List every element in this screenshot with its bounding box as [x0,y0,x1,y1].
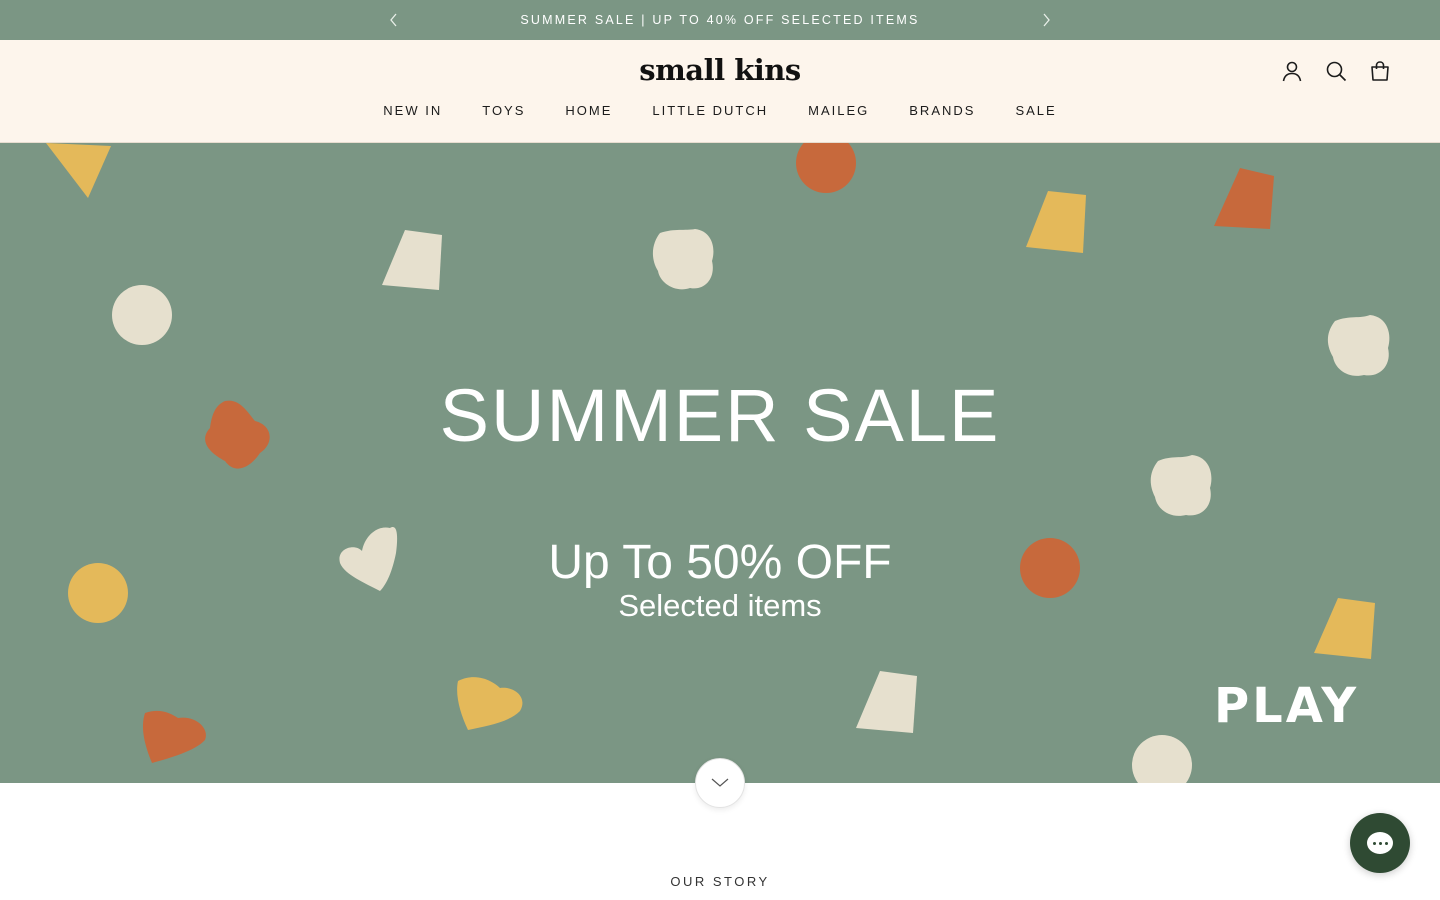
shape-cream-blob-2 [1327,315,1390,376]
shape-yellow-trapezoid [1026,191,1086,253]
shape-orange-heart [142,710,206,763]
header-icons [1280,59,1392,83]
shape-cream-circle-2 [1132,735,1192,783]
shape-yellow-heart [457,677,523,730]
shape-yellow-triangle [46,143,111,198]
shape-orange-trapezoid [1214,168,1274,229]
chevron-right-icon[interactable] [1036,10,1056,30]
announcement-text: SUMMER SALE | UP TO 40% OFF SELECTED ITE… [520,13,920,27]
nav-item-sale[interactable]: SALE [995,103,1076,118]
chat-icon [1367,832,1393,854]
nav-item-toys[interactable]: TOYS [462,103,545,118]
shape-cream-trapezoid-2 [856,671,917,733]
shape-cream-blob [652,229,714,290]
account-icon[interactable] [1280,59,1304,83]
site-logo[interactable]: small kins [0,53,1440,87]
hero-play-text: PLAY [1214,678,1360,734]
chat-button[interactable] [1350,813,1410,873]
nav-item-maileg[interactable]: MAILEG [788,103,889,118]
shape-cream-blob-3 [1150,455,1212,516]
search-icon[interactable] [1324,59,1348,83]
shape-orange-circle [796,143,856,193]
chevron-down-icon [711,778,729,787]
shape-cream-circle [112,285,172,345]
our-story-label: OUR STORY [670,874,770,889]
nav-item-home[interactable]: HOME [545,103,632,118]
nav-item-brands[interactable]: BRANDS [889,103,995,118]
hero-subtitle-2: Selected items [618,588,822,623]
hero-banner[interactable]: SUMMER SALE Up To 50% OFF Selected items… [0,143,1440,783]
scroll-down-button[interactable] [695,758,745,808]
chevron-left-icon[interactable] [384,10,404,30]
main-nav: NEW IN TOYS HOME LITTLE DUTCH MAILEG BRA… [0,103,1440,118]
nav-item-new-in[interactable]: NEW IN [363,103,462,118]
hero-title: SUMMER SALE [439,374,1001,457]
hero-subtitle: Up To 50% OFF [548,536,892,589]
site-header: small kins NEW IN TOYS HOME LITTLE DUTCH… [0,40,1440,143]
nav-item-little-dutch[interactable]: LITTLE DUTCH [632,103,788,118]
announcement-bar: SUMMER SALE | UP TO 40% OFF SELECTED ITE… [0,0,1440,40]
shape-cream-trapezoid [382,230,442,290]
bag-icon[interactable] [1368,59,1392,83]
